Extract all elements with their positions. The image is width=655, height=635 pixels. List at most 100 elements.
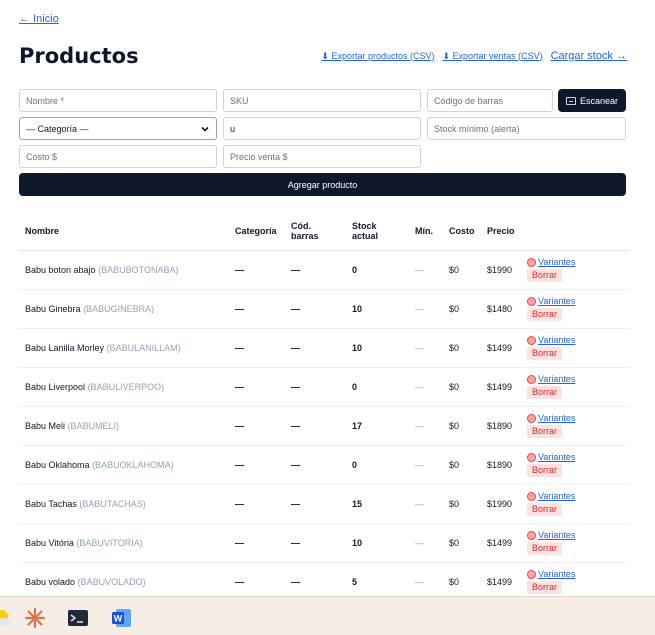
name-input[interactable]: Nombre * (19, 89, 217, 112)
header-stock-line2: actual (352, 231, 379, 242)
header-price: Precio (481, 213, 523, 251)
cost-cell: $0 (443, 523, 481, 563)
table-row: Babu Liverpool (BABULIVERPOO) — —0— $0 $1499… (19, 367, 629, 407)
product-name: Babu Liverpool (25, 381, 86, 392)
export-sales-link[interactable]: ⬇ Exportar ventas (CSV) (443, 51, 543, 62)
table-row: Babu Meli (BABUMELI) — —17— $0 $1890 Variante… (19, 406, 629, 446)
variants-link[interactable]: Variantes (527, 491, 623, 502)
delete-button[interactable]: Borrar (527, 269, 563, 282)
price-placeholder: Precio venta $ (230, 151, 288, 162)
export-products-link[interactable]: ⬇ Exportar productos (CSV) (321, 51, 434, 62)
weather-icon[interactable] (0, 607, 16, 629)
variants-label: Variantes (538, 569, 576, 579)
palette-icon (527, 336, 536, 345)
stock-cell: 17 (346, 406, 409, 446)
search-value: u (230, 123, 236, 134)
variants-link[interactable]: Variantes (527, 374, 623, 385)
delete-button[interactable]: Borrar (527, 386, 563, 399)
header-min: Mín. (409, 213, 443, 251)
product-name: Babu volado (25, 576, 76, 587)
cost-cell: $0 (443, 367, 481, 407)
product-name-cell: Babu Oklahoma (BABUOKLAHOMA) (19, 445, 229, 485)
variants-link[interactable]: Variantes (527, 530, 623, 541)
barcode-placeholder: Código de barras (434, 95, 504, 106)
claude-icon[interactable] (24, 607, 46, 629)
sku-placeholder: SKU (230, 95, 249, 106)
chevron-down-icon (201, 126, 209, 132)
svg-text:W: W (114, 614, 123, 624)
table-header-row: Nombre Categoría Cód. barras Stock actua… (19, 213, 629, 251)
price-cell: $1499 (481, 523, 523, 563)
variants-link[interactable]: Variantes (527, 257, 623, 268)
price-cell: $1890 (481, 406, 523, 446)
header-barcode-line1: Cód. (291, 221, 311, 232)
variants-link[interactable]: Variantes (527, 569, 623, 580)
product-name-cell: Babu boton abajo (BABUBOTONABA) (19, 250, 229, 290)
cost-cell: $0 (443, 289, 481, 329)
sku-input[interactable]: SKU (223, 89, 421, 112)
word-icon[interactable]: W (111, 607, 133, 629)
min-stock-input[interactable]: Stock mínimo (alerta) (427, 117, 626, 140)
page-title: Productos (19, 44, 139, 68)
back-link[interactable]: ← Inicio (19, 13, 59, 25)
barcode-cell: — (285, 484, 346, 524)
price-cell: $1990 (481, 250, 523, 290)
variants-link[interactable]: Variantes (527, 452, 623, 463)
product-name: Babu Ginebra (25, 303, 81, 314)
palette-icon (527, 570, 536, 579)
delete-button[interactable]: Borrar (527, 347, 563, 360)
delete-button[interactable]: Borrar (527, 425, 563, 438)
stock-cell: 10 (346, 523, 409, 563)
scan-button[interactable]: Escanear (558, 89, 626, 112)
barcode-input[interactable]: Código de barras (427, 89, 553, 112)
header-barcode: Cód. barras (285, 213, 346, 251)
stock-cell: 0 (346, 250, 409, 290)
product-name: Babu Vitória (25, 537, 74, 548)
product-name-cell: Babu Liverpool (BABULIVERPOO) (19, 367, 229, 407)
header-name: Nombre (19, 213, 229, 251)
variants-link[interactable]: Variantes (527, 296, 623, 307)
min-cell: — (409, 250, 443, 290)
taskbar: W (0, 596, 655, 635)
stock-cell: 10 (346, 289, 409, 329)
stock-cell: 0 (346, 367, 409, 407)
actions-cell: Variantes Borrar (523, 367, 629, 407)
product-sku: (BABUBOTONABA) (98, 264, 179, 275)
search-input[interactable]: u (223, 117, 421, 140)
cost-input[interactable]: Costo $ (19, 145, 217, 168)
price-input[interactable]: Precio venta $ (223, 145, 421, 168)
product-sku: (BABUVOLADO) (77, 576, 146, 587)
price-cell: $1499 (481, 328, 523, 368)
category-select[interactable]: — Categoría — (19, 117, 217, 140)
product-sku: (BABUMELI) (67, 420, 120, 431)
barcode-cell: — (285, 367, 346, 407)
variants-label: Variantes (538, 296, 576, 306)
variants-label: Variantes (538, 530, 576, 540)
terminal-icon[interactable] (67, 607, 89, 629)
product-name: Babu Tachas (25, 498, 77, 509)
delete-button[interactable]: Borrar (527, 581, 563, 594)
product-sku: (BABULIVERPOO) (87, 381, 165, 392)
palette-icon (527, 531, 536, 540)
price-cell: $1890 (481, 445, 523, 485)
barcode-scanner-icon (565, 96, 576, 105)
variants-label: Variantes (538, 413, 576, 423)
delete-button[interactable]: Borrar (527, 464, 563, 477)
delete-button[interactable]: Borrar (527, 503, 563, 516)
delete-button[interactable]: Borrar (527, 308, 563, 321)
stock-cell: 0 (346, 445, 409, 485)
palette-icon (527, 297, 536, 306)
delete-button[interactable]: Borrar (527, 542, 563, 555)
variants-label: Variantes (538, 335, 576, 345)
barcode-cell: — (285, 328, 346, 368)
variants-link[interactable]: Variantes (527, 413, 623, 424)
category-cell: — (229, 367, 285, 407)
actions-cell: Variantes Borrar (523, 289, 629, 329)
name-placeholder: Nombre * (26, 95, 65, 106)
header-category: Categoría (229, 213, 285, 251)
load-stock-link[interactable]: Cargar stock → (551, 50, 627, 62)
add-product-button[interactable]: Agregar producto (19, 173, 626, 196)
variants-link[interactable]: Variantes (527, 335, 623, 346)
stock-cell: 10 (346, 328, 409, 368)
header-barcode-line2: barras (291, 231, 319, 242)
